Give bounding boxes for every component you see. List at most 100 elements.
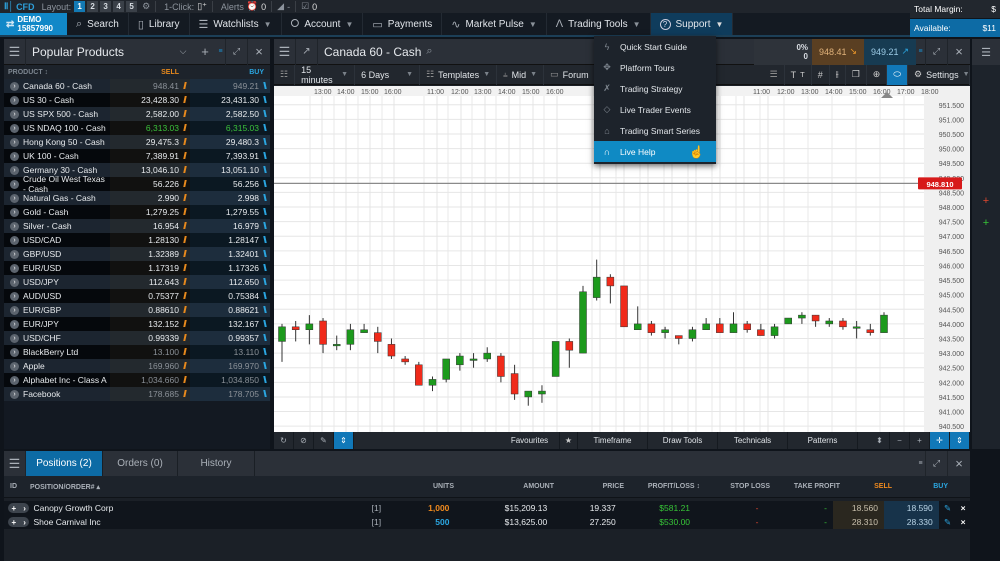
sell-price-button[interactable]: 178.685 [110,387,190,401]
position-column-header[interactable]: POSITION/ORDER# ▴ [30,483,384,491]
buy-price-button[interactable]: 56.256 [190,177,270,191]
chart-alert-icon[interactable]: ◢ [277,1,284,12]
buy-price-button[interactable]: 112.650 [190,275,270,289]
add-icon[interactable]: + [194,39,216,65]
buy-price-button[interactable]: 949.21 [190,79,270,93]
chevron-right-icon[interactable]: › [10,193,19,203]
product-row[interactable]: › Alphabet Inc - Class A 1,034.660 1,034… [4,373,270,387]
close-icon[interactable]: × [948,451,970,476]
product-row[interactable]: › Silver - Cash 16.954 16.979 [4,219,270,233]
fit-icon[interactable]: ⬍ [870,432,890,449]
tab-timeframe[interactable]: Timeframe [578,432,648,449]
sell-price-button[interactable]: 28.310 [833,515,884,529]
support-menu-item[interactable]: ◇ Live Trader Events [594,99,716,120]
product-row[interactable]: › EUR/USD 1.17319 1.17326 [4,261,270,275]
stop-loss-value[interactable]: - [696,503,764,513]
product-row[interactable]: › GBP/USD 1.32389 1.32401 [4,247,270,261]
sell-price-button[interactable]: 13,046.10 [110,163,190,177]
chevron-right-icon[interactable]: › [10,207,19,217]
tab-history[interactable]: History [178,451,255,476]
position-row[interactable]: + › Canopy Growth Corp [1] 1,000 $15,209.… [4,501,970,515]
chevron-right-icon[interactable]: › [10,165,19,175]
nav-search[interactable]: ⌕ Search [67,13,129,35]
nav-market-pulse[interactable]: ∿ Market Pulse ▼ [442,13,547,35]
layers-icon[interactable]: ❐ [846,64,867,85]
chevron-right-icon[interactable]: › [10,375,19,385]
expand-row-button[interactable]: + › [8,503,30,513]
auto-scale-icon[interactable]: ⇕ [334,432,354,449]
product-row[interactable]: › UK 100 - Cash 7,389.91 7,393.91 [4,149,270,163]
product-row[interactable]: › USD/CAD 1.28130 1.28147 [4,233,270,247]
sell-price-button[interactable]: 13.100 [110,345,190,359]
axis-icon[interactable]: ☰ [764,64,785,85]
product-row[interactable]: › US 30 - Cash 23,428.30 23,431.30 [4,93,270,107]
chevron-right-icon[interactable]: › [10,277,19,287]
layout-1-button[interactable]: 1 [74,1,86,12]
edit-pencil-icon[interactable]: ✎ [939,503,957,514]
pl-column-header[interactable]: PROFIT/LOSS ↕ [630,483,706,490]
product-row[interactable]: › US NDAQ 100 - Cash 6,313.03 6,315.03 [4,121,270,135]
take-profit-value[interactable]: - [765,503,833,513]
layout-settings-icon[interactable]: ⚙ [142,1,150,12]
sell-price-button[interactable]: 56.226 [110,177,190,191]
sell-price-button[interactable]: 0.99339 [110,331,190,345]
chevron-right-icon[interactable]: › [10,95,19,105]
chevron-right-icon[interactable]: › [10,123,19,133]
buy-price-button[interactable]: 1,034.850 [190,373,270,387]
one-click-toggle-icon[interactable]: ▯⁺ [197,1,207,12]
sell-price-button[interactable]: 1,279.25 [110,205,190,219]
buy-price-button[interactable]: 7,393.91 [190,149,270,163]
close-position-icon[interactable]: × [956,503,970,513]
chevron-down-icon[interactable]: ⌵ [172,39,194,65]
chevron-right-icon[interactable]: › [10,263,19,273]
sell-price-button[interactable]: 948.41 [110,79,190,93]
buy-plus-icon[interactable]: + [972,217,1000,229]
product-row[interactable]: › AUD/USD 0.75377 0.75384 [4,289,270,303]
product-row[interactable]: › EUR/GBP 0.88610 0.88621 [4,303,270,317]
chevron-right-icon[interactable]: › [10,361,19,371]
product-row[interactable]: › Apple 169.960 169.970 [4,359,270,373]
sell-plus-icon[interactable]: + [972,195,1000,207]
chevron-right-icon[interactable]: › [10,347,19,357]
chevron-right-icon[interactable]: › [10,249,19,259]
forum-button[interactable]: ▭ Forum [544,64,596,85]
chevron-right-icon[interactable]: › [10,291,19,301]
hamburger-menu-icon[interactable]: ☰ [274,38,296,65]
expand-row-button[interactable]: + › [8,517,30,527]
expand-icon[interactable]: ⤢ [926,38,948,65]
marker-icon[interactable]: ⊕ [867,64,888,85]
position-row[interactable]: + › Shoe Carnival Inc [1] 500 $13,625.00 … [4,515,970,529]
close-icon[interactable]: × [248,39,270,65]
chevron-right-icon[interactable]: › [10,235,19,245]
refresh-icon[interactable]: ↻ [274,432,294,449]
nav-account[interactable]: ⭘ Account ▼ [282,13,364,35]
tab-technicals[interactable]: Technicals [718,432,788,449]
sell-price-button[interactable]: 7,389.91 [110,149,190,163]
product-row[interactable]: › Crude Oil West Texas - Cash 56.226 56.… [4,174,270,194]
close-position-icon[interactable]: × [956,517,970,527]
crosshair-tool-icon[interactable]: ⫲ [830,64,846,85]
buy-price-button[interactable]: 1.32401 [190,247,270,261]
chart-type-icon[interactable]: ↗ [296,38,318,65]
tab-draw-tools[interactable]: Draw Tools [648,432,718,449]
sell-price-button[interactable]: 112.643 [110,275,190,289]
panel-link-icon[interactable]: ≡ [916,38,926,65]
hamburger-menu-icon[interactable]: ☰ [4,38,26,65]
sell-price-button[interactable]: 18.560 [833,501,884,515]
buy-price-button[interactable]: 18.590 [883,501,939,515]
nav-watchlists[interactable]: ☰ Watchlists ▼ [190,13,282,35]
layout-4-button[interactable]: 4 [113,1,125,12]
sell-price-button[interactable]: 29,475.3 [110,135,190,149]
settings-button[interactable]: ⚙ Settings ▼ [908,64,970,85]
chevron-right-icon[interactable]: › [10,81,19,91]
templates-select[interactable]: ☷ Templates ▼ [420,64,498,85]
support-menu-item[interactable]: ✥ Platform Tours [594,57,716,78]
hamburger-menu-icon[interactable]: ☰ [4,451,26,476]
nav-payments[interactable]: ▭ Payments [363,13,443,35]
interval-select[interactable]: 15 minutes ▼ [295,64,356,85]
product-row[interactable]: › BlackBerry Ltd 13.100 13.110 [4,345,270,359]
sell-price-button[interactable]: 1.28130 [110,233,190,247]
chart-sell-button[interactable]: 948.41 ↘ [812,38,864,65]
sell-price-button[interactable]: 1,034.660 [110,373,190,387]
layout-5-button[interactable]: 5 [126,1,138,12]
